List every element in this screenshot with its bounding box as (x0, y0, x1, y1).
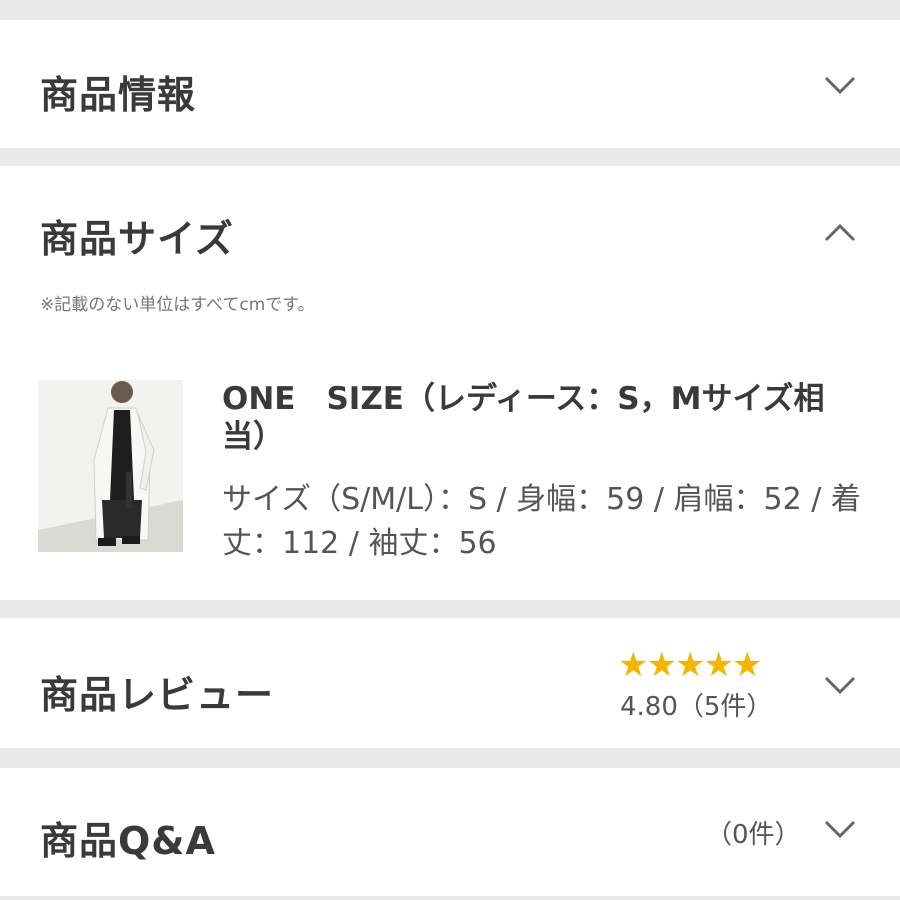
product-review-section[interactable]: 商品レビュー (0, 618, 900, 748)
chevron-down-icon[interactable] (820, 666, 860, 706)
size-item-name: ONE SIZE（レディース：S，Mサイズ相当） (222, 381, 825, 455)
product-info-title: 商品情報 (40, 73, 197, 117)
star-icon: ★ (674, 645, 706, 685)
star-icon: ★ (618, 645, 649, 685)
product-qa-title: 商品Q&A (40, 819, 216, 863)
product-review-title: 商品レビュー (40, 673, 275, 717)
unit-note: ※記載のない単位はすべてcmです。 (40, 295, 315, 315)
chevron-up-icon[interactable] (820, 212, 860, 252)
qa-count: （0件） (706, 820, 801, 850)
size-item-detail: サイズ（S/M/L）：S / 身幅：59 / 肩幅：52 / 着丈：112 / … (222, 482, 861, 561)
chevron-down-icon[interactable] (820, 810, 860, 850)
star-icon: ★ (703, 645, 734, 685)
product-size-title: 商品サイズ (40, 217, 234, 261)
star-icon: ★ (731, 645, 763, 685)
rating-stars: ★★★★★ (618, 645, 763, 685)
chevron-down-icon[interactable] (820, 66, 860, 106)
rating-summary: 4.80（5件） (620, 692, 773, 722)
product-thumbnail (38, 380, 183, 552)
product-info-section[interactable]: 商品情報 (0, 20, 900, 148)
star-icon: ★ (646, 645, 677, 685)
